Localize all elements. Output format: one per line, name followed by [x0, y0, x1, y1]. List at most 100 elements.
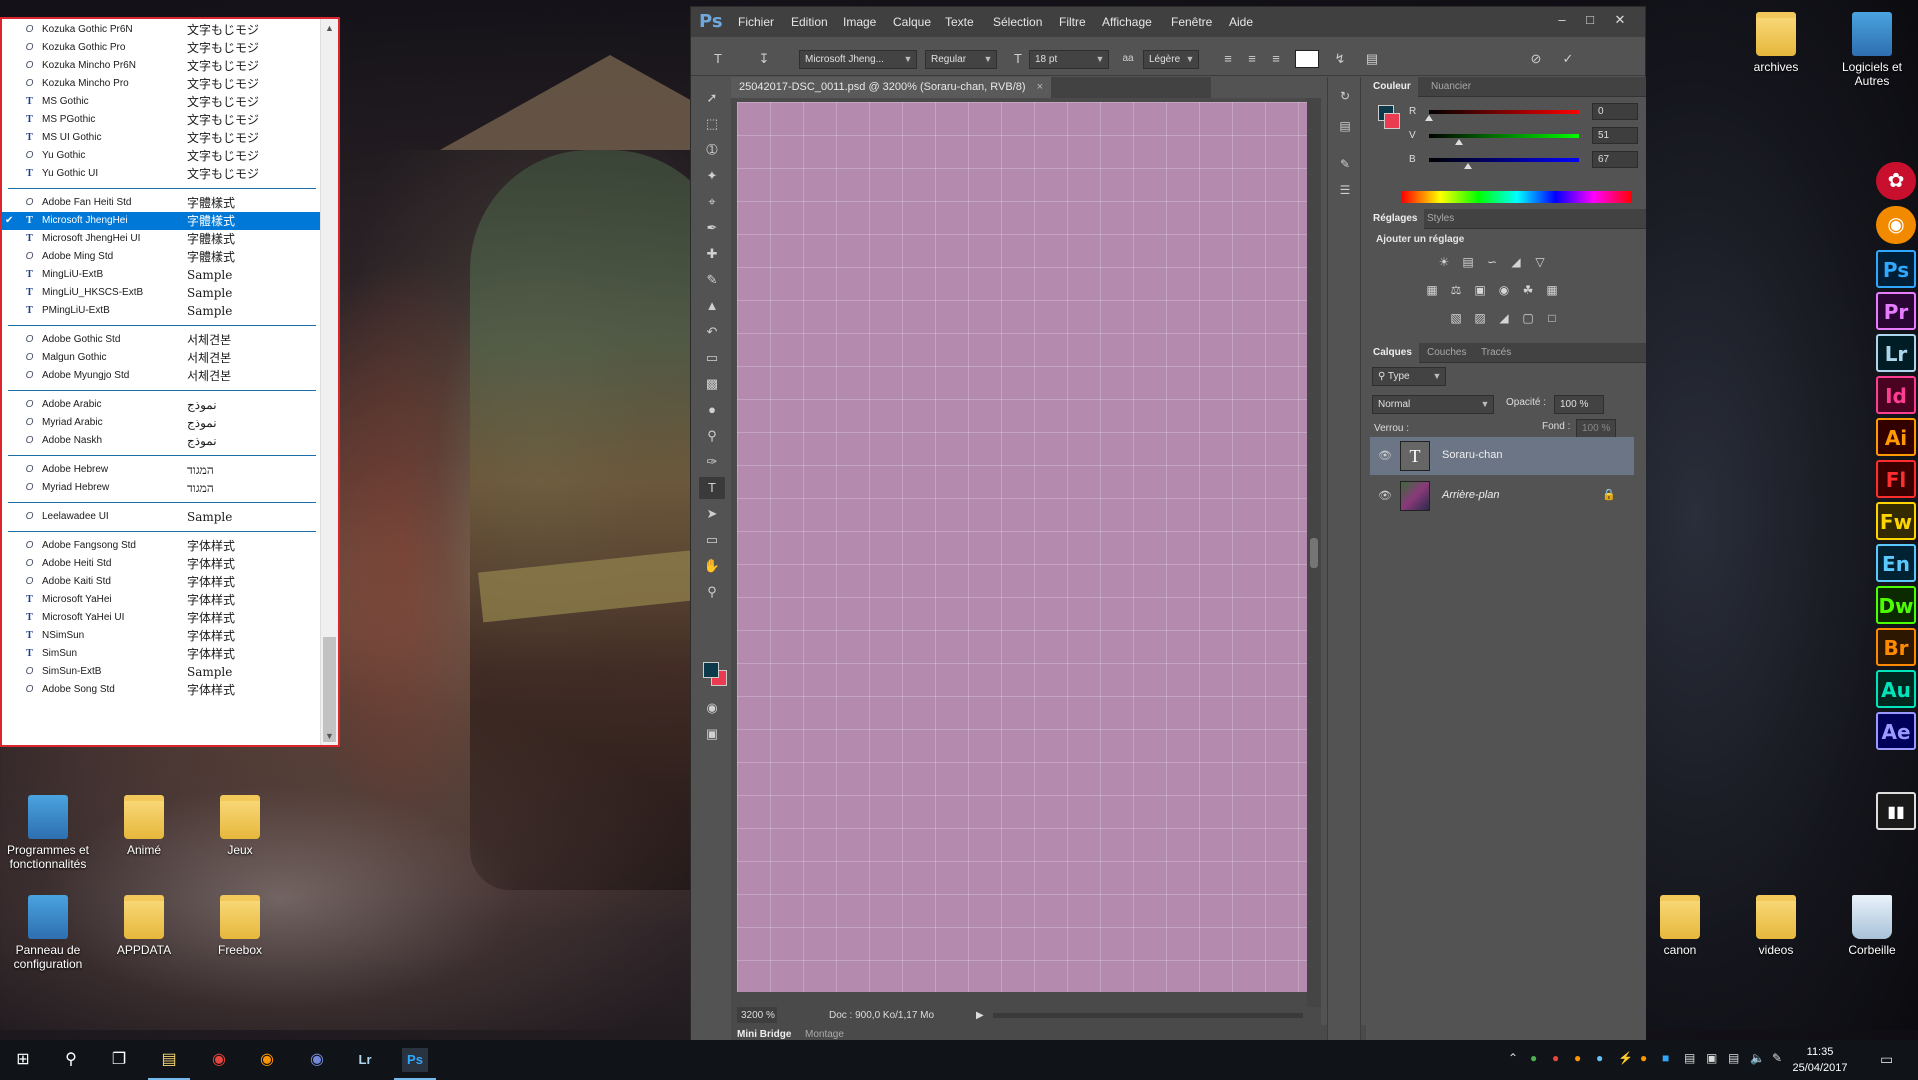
- desktop-icon-appdata[interactable]: APPDATA: [96, 895, 192, 957]
- slider-knob-icon[interactable]: [1464, 163, 1472, 169]
- black-white-icon[interactable]: ▣: [1472, 283, 1488, 297]
- menu-aide[interactable]: Aide: [1229, 15, 1253, 29]
- font-list-item[interactable]: O Adobe Heiti Std 字体样式: [2, 555, 322, 573]
- channel-value-input[interactable]: 51: [1592, 127, 1638, 144]
- stamp-tool-icon[interactable]: ▲: [699, 295, 725, 317]
- system-clock[interactable]: 11:35 25/04/2017: [1785, 1044, 1855, 1076]
- dock-app-icon[interactable]: Ps: [1876, 250, 1916, 288]
- font-list-item[interactable]: O Yu Gothic 文字もじモジ: [2, 147, 322, 165]
- font-list-item[interactable]: T MS PGothic 文字もじモジ: [2, 111, 322, 129]
- dock-app-icon[interactable]: Fw: [1876, 502, 1916, 540]
- scroll-down-icon[interactable]: ▼: [325, 731, 334, 741]
- desktop-icon-canon[interactable]: canon: [1632, 895, 1728, 957]
- pen-icon[interactable]: ✎: [1772, 1051, 1782, 1065]
- history-icon[interactable]: ↻: [1337, 89, 1353, 105]
- menu-fenetre[interactable]: Fenêtre: [1171, 15, 1212, 29]
- font-list-item[interactable]: O Adobe Fangsong Std 字体样式: [2, 537, 322, 555]
- brightness-icon[interactable]: ☀: [1436, 255, 1452, 269]
- align-center-icon[interactable]: ≡: [1243, 50, 1261, 68]
- warp-text-icon[interactable]: ↯: [1331, 50, 1349, 68]
- gradient-tool-icon[interactable]: ▩: [699, 373, 725, 395]
- font-list-item[interactable]: O Kozuka Gothic Pro 文字もじモジ: [2, 39, 322, 57]
- font-list-item[interactable]: T PMingLiU-ExtB Sample: [2, 302, 322, 320]
- font-list-item[interactable]: O Adobe Song Std 字体样式: [2, 681, 322, 699]
- lasso-tool-icon[interactable]: ➀: [699, 139, 725, 161]
- font-list-item[interactable]: T NSimSun 字体样式: [2, 627, 322, 645]
- menu-filtre[interactable]: Filtre: [1059, 15, 1086, 29]
- menu-fichier[interactable]: Fichier: [738, 15, 774, 29]
- eraser-tool-icon[interactable]: ▭: [699, 347, 725, 369]
- selective-color-icon[interactable]: ▢: [1520, 311, 1536, 325]
- dock-app-icon[interactable]: Ae: [1876, 712, 1916, 750]
- font-list-item[interactable]: O Adobe Hebrew המגוד: [2, 461, 322, 479]
- font-size-select[interactable]: 18 pt ▼: [1029, 50, 1109, 69]
- document-tab[interactable]: 25042017-DSC_0011.psd @ 3200% (Soraru-ch…: [731, 77, 1052, 98]
- font-list-item[interactable]: T Microsoft YaHei UI 字体样式: [2, 609, 322, 627]
- steam-icon[interactable]: ●: [1596, 1051, 1603, 1065]
- dock-app-icon[interactable]: En: [1876, 544, 1916, 582]
- gradient-map-icon[interactable]: □: [1544, 311, 1560, 325]
- text-orientation-icon[interactable]: ↧: [755, 50, 773, 68]
- font-list-item[interactable]: O Myriad Hebrew המגוד: [2, 479, 322, 497]
- windows-start-icon[interactable]: ⊞: [10, 1048, 36, 1072]
- dock-app-icon[interactable]: Dw: [1876, 586, 1916, 624]
- align-left-icon[interactable]: ≡: [1219, 50, 1237, 68]
- dock-bridge-app-icon[interactable]: ◉: [1876, 206, 1916, 244]
- zoom-tool-icon[interactable]: ⚲: [699, 581, 725, 603]
- blend-mode-select[interactable]: Normal ▼: [1372, 395, 1494, 414]
- font-list-scrollbar[interactable]: ▲ ▼: [320, 19, 338, 745]
- scrollbar-thumb[interactable]: [323, 637, 336, 742]
- file-explorer-icon[interactable]: ▤: [156, 1048, 182, 1072]
- desktop-icon-archives[interactable]: archives: [1728, 12, 1824, 74]
- tab-reglages[interactable]: Réglages: [1366, 209, 1425, 229]
- brush-tool-icon[interactable]: ✎: [699, 269, 725, 291]
- channel-ramp[interactable]: [1429, 158, 1579, 162]
- network-icon[interactable]: ▤: [1684, 1051, 1695, 1065]
- horizontal-scrollbar[interactable]: [993, 1013, 1303, 1018]
- tray-app-icon[interactable]: ●: [1552, 1051, 1559, 1065]
- font-list-item[interactable]: ✔ T Microsoft JhengHei 字體樣式: [2, 212, 322, 230]
- visibility-eye-icon[interactable]: 👁: [1378, 449, 1392, 462]
- font-style-select[interactable]: Regular ▼: [925, 50, 997, 69]
- channel-ramp[interactable]: [1429, 110, 1579, 114]
- channel-mixer-icon[interactable]: ☘: [1520, 283, 1536, 297]
- layer-row[interactable]: 👁 Arrière-plan 🔒: [1370, 477, 1634, 515]
- maximize-icon[interactable]: □: [1577, 10, 1603, 30]
- foreground-color-swatch[interactable]: [703, 662, 719, 678]
- dock-app-icon[interactable]: Ai: [1876, 418, 1916, 456]
- font-list-item[interactable]: T SimSun 字体样式: [2, 645, 322, 663]
- cancel-edit-icon[interactable]: ⊘: [1527, 50, 1545, 68]
- desktop-icon-anime[interactable]: Animé: [96, 795, 192, 857]
- align-right-icon[interactable]: ≡: [1267, 50, 1285, 68]
- task-view-icon[interactable]: ❐: [106, 1048, 132, 1072]
- tab-couleur[interactable]: Couleur: [1366, 77, 1418, 97]
- font-list-item[interactable]: O Adobe Naskh نموذج: [2, 432, 322, 450]
- marquee-tool-icon[interactable]: ⬚: [699, 113, 725, 135]
- eyedropper-tool-icon[interactable]: ✒: [699, 217, 725, 239]
- font-family-dropdown-list[interactable]: O Kozuka Gothic Pr6N 文字もじモジ O Kozuka Gothic …: [0, 17, 340, 747]
- vibrance-icon[interactable]: ▽: [1532, 255, 1548, 269]
- font-list-item[interactable]: O Adobe Myungjo Std 서체견본: [2, 367, 322, 385]
- hand-tool-icon[interactable]: ✋: [699, 555, 725, 577]
- photoshop-taskbar-icon[interactable]: Ps: [402, 1048, 428, 1072]
- search-icon[interactable]: ⚲: [58, 1048, 84, 1072]
- exposure-icon[interactable]: ◢: [1508, 255, 1524, 269]
- font-list-item[interactable]: O Leelawadee UI Sample: [2, 508, 322, 526]
- menu-image[interactable]: Image: [843, 15, 876, 29]
- properties-icon[interactable]: ▤: [1337, 119, 1353, 135]
- pen-tool-icon[interactable]: ✑: [699, 451, 725, 473]
- move-tool-icon[interactable]: ➚: [699, 87, 725, 109]
- show-hidden-icons-icon[interactable]: ⌃: [1508, 1051, 1518, 1065]
- status-menu-icon[interactable]: ▶: [976, 1007, 984, 1025]
- font-list-item[interactable]: T Microsoft YaHei 字体样式: [2, 591, 322, 609]
- action-center-icon[interactable]: ▭: [1880, 1051, 1893, 1068]
- tray-app-icon[interactable]: ●: [1574, 1051, 1581, 1065]
- shape-tool-icon[interactable]: ▭: [699, 529, 725, 551]
- minimize-icon[interactable]: –: [1549, 10, 1575, 30]
- channel-ramp[interactable]: [1429, 134, 1579, 138]
- crop-tool-icon[interactable]: ⌖: [699, 191, 725, 213]
- font-list-item[interactable]: O Adobe Ming Std 字體樣式: [2, 248, 322, 266]
- desktop-icon-jeux[interactable]: Jeux: [192, 795, 288, 857]
- desktop-icon-freebox[interactable]: Freebox: [192, 895, 288, 957]
- tray-app-icon[interactable]: ▤: [1728, 1051, 1739, 1065]
